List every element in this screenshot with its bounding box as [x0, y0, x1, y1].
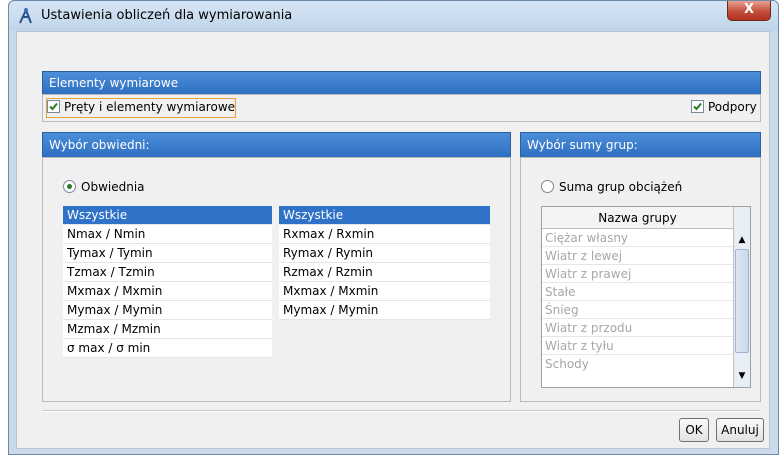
divider	[42, 410, 761, 412]
envelope-section-header: Wybór obwiedni:	[42, 132, 511, 158]
list-item[interactable]: Mymax / Mymin	[279, 301, 490, 320]
groups-section: Suma grup obciążeń Nazwa grupy Ciężar wł…	[520, 157, 761, 402]
supports-checkbox[interactable]: Podpory	[691, 99, 757, 117]
list-item[interactable]: Tymax / Tymin	[63, 244, 272, 263]
window-title: Ustawienia obliczeń dla wymiarowania	[41, 8, 293, 23]
radio-unselected-icon	[541, 180, 554, 193]
list-item[interactable]: Mxmax / Mxmin	[279, 282, 490, 301]
title-bar[interactable]: Ustawienia obliczeń dla wymiarowania X	[9, 1, 778, 31]
elements-section: Pręty i elementy wymiarowe Podpory	[42, 94, 761, 122]
list-item[interactable]: Rzmax / Rzmin	[279, 263, 490, 282]
list-item[interactable]: Wszystkie	[279, 206, 490, 225]
close-icon: X	[743, 2, 755, 17]
list-item[interactable]: Rymax / Rymin	[279, 244, 490, 263]
app-crane-icon	[17, 7, 35, 25]
table-row: Wiatr z lewej	[542, 247, 733, 265]
envelope-radio[interactable]: Obwiednia	[63, 179, 145, 197]
bars-checkbox[interactable]: Pręty i elementy wymiarowe	[45, 98, 237, 118]
cancel-button[interactable]: Anuluj	[716, 418, 764, 442]
list-item[interactable]: Mymax / Mymin	[63, 301, 272, 320]
bars-checkbox-label: Pręty i elementy wymiarowe	[64, 100, 236, 114]
list-item[interactable]: σ max / σ min	[63, 339, 272, 358]
table-row: Schody	[545, 357, 589, 371]
dialog-window: Ustawienia obliczeń dla wymiarowania X E…	[8, 0, 779, 455]
table-row: Wiatr z przodu	[542, 319, 733, 337]
list-item[interactable]: Rxmax / Rxmin	[279, 225, 490, 244]
list-item[interactable]: Nmax / Nmin	[63, 225, 272, 244]
dialog-client-area: Elementy wymiarowe Pręty i elementy wymi…	[16, 31, 770, 449]
supports-checkbox-label: Podpory	[708, 100, 757, 114]
elements-section-header: Elementy wymiarowe	[42, 71, 761, 95]
load-groups-table[interactable]: Nazwa grupy Ciężar własny Wiatr z lewej …	[541, 206, 751, 388]
table-row: Wiatr z prawej	[542, 265, 733, 283]
close-button[interactable]: X	[727, 1, 771, 21]
scrollbar-thumb[interactable]	[735, 249, 749, 353]
list-item[interactable]: Wszystkie	[63, 206, 272, 225]
groups-table-body: Ciężar własny Wiatr z lewej Wiatr z praw…	[542, 229, 733, 373]
table-row: Ciężar własny	[542, 229, 733, 247]
list-item[interactable]: Mzmax / Mzmin	[63, 320, 272, 339]
checkmark-icon	[47, 100, 60, 113]
groups-section-header: Wybór sumy grup:	[520, 132, 761, 158]
radio-selected-icon	[63, 180, 76, 193]
column-header-group-name[interactable]: Nazwa grupy	[542, 207, 733, 229]
groups-sum-radio[interactable]: Suma grup obciążeń	[541, 179, 682, 197]
arrow-up-icon[interactable]: ▲	[735, 233, 749, 247]
list-item[interactable]: Tzmax / Tzmin	[63, 263, 272, 282]
table-row: Wiatr z tyłu	[542, 337, 733, 355]
envelope-section: Obwiednia Wszystkie Nmax / Nmin Tymax / …	[42, 157, 511, 402]
groups-sum-radio-label: Suma grup obciążeń	[559, 180, 683, 194]
list-item[interactable]: Mxmax / Mxmin	[63, 282, 272, 301]
arrow-down-icon[interactable]: ▼	[735, 369, 749, 383]
table-row: Śnieg	[542, 301, 733, 319]
envelope-radio-label: Obwiednia	[81, 180, 145, 194]
forces-envelope-list[interactable]: Wszystkie Nmax / Nmin Tymax / Tymin Tzma…	[63, 206, 272, 358]
checkmark-icon	[691, 100, 704, 113]
groups-scrollbar[interactable]: ▲ ▼	[733, 207, 750, 387]
reactions-envelope-list[interactable]: Wszystkie Rxmax / Rxmin Rymax / Rymin Rz…	[279, 206, 490, 320]
ok-button[interactable]: OK	[679, 418, 709, 442]
table-row: Stałe	[542, 283, 733, 301]
